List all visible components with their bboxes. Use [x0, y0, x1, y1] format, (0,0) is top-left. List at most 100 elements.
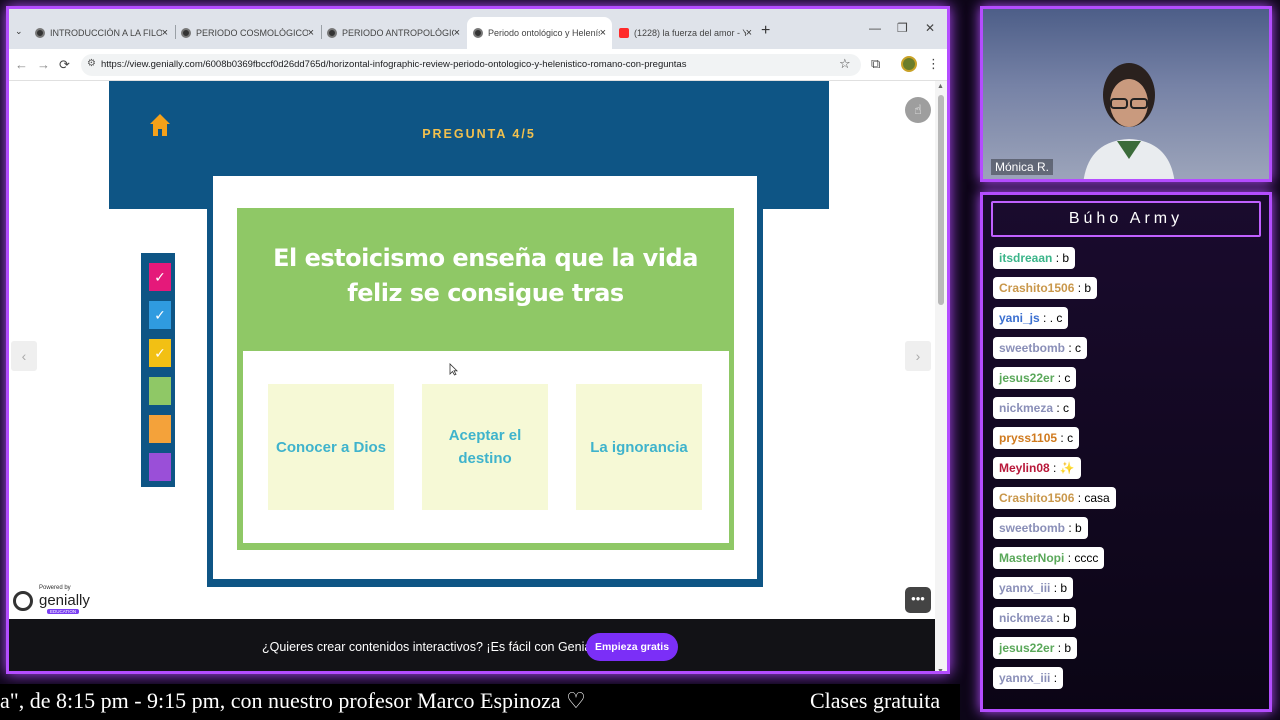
- chat-username: yannx_iii: [999, 671, 1051, 685]
- genially-logo[interactable]: Powered by genially EDUCATION: [13, 585, 91, 617]
- answer-option-2[interactable]: Aceptar el destino: [422, 384, 548, 510]
- progress-step-2: ✓: [149, 301, 171, 329]
- extensions-icon[interactable]: ⧉: [871, 56, 880, 72]
- chat-text: : c: [1068, 341, 1082, 355]
- genially-icon: [35, 28, 45, 38]
- question-text: El estoicismo enseña que la vida feliz s…: [273, 244, 698, 307]
- genially-icon: [327, 28, 337, 38]
- progress-step-5: [149, 415, 171, 443]
- answer-option-3[interactable]: La ignorancia: [576, 384, 702, 510]
- tab-close-icon[interactable]: ×: [746, 27, 752, 39]
- question-counter: PREGUNTA 4/5: [422, 127, 536, 141]
- promo-bar: ¿Quieres crear contenidos interactivos? …: [9, 619, 935, 671]
- window-close-button[interactable]: ✕: [925, 21, 935, 35]
- tab-label: PERIODO ANTROPOLÓGICO | G: [342, 28, 454, 38]
- home-icon[interactable]: [149, 113, 171, 137]
- powered-by-label: Powered by: [39, 585, 71, 591]
- chat-overlay: Búho Army itsdreaan : b Crashito1506 : by…: [980, 192, 1272, 712]
- next-slide-button[interactable]: ›: [905, 341, 931, 371]
- tab-search-dropdown[interactable]: ⌄: [15, 26, 23, 37]
- tab-periodo-ontologico[interactable]: Periodo ontológico y Helenísti ×: [467, 17, 612, 49]
- scroll-down-icon[interactable]: ▼: [937, 668, 944, 671]
- chat-message: yannx_iii :: [993, 667, 1064, 689]
- chat-message: pryss1105 : c: [993, 427, 1080, 449]
- profile-avatar[interactable]: [901, 56, 917, 72]
- chat-text: : b: [1056, 611, 1070, 625]
- genially-icon: [181, 28, 191, 38]
- webcam-person-image: [1083, 63, 1175, 179]
- chat-username: MasterNopi: [999, 551, 1065, 565]
- chat-username: yani_js: [999, 311, 1040, 325]
- scroll-thumb[interactable]: [938, 95, 944, 305]
- chat-text: : c: [1060, 431, 1074, 445]
- genially-icon: [473, 28, 483, 38]
- reload-button[interactable]: ⟳: [59, 57, 70, 73]
- chat-message: yani_js : . c: [993, 307, 1069, 329]
- webcam-overlay: Mónica R.: [980, 6, 1272, 182]
- more-options-button[interactable]: •••: [905, 587, 931, 613]
- tab-introduccion[interactable]: INTRODUCCIÓN A LA FILOSOF ×: [29, 17, 174, 49]
- education-badge: EDUCATION: [47, 609, 80, 614]
- chat-text: : casa: [1077, 491, 1110, 505]
- chat-message: nickmeza : c: [993, 397, 1076, 419]
- chat-message: nickmeza : b: [993, 607, 1076, 629]
- browser-toolbar: ← → ⟳ ⚙ https://view.genially.com/6008b0…: [9, 49, 947, 81]
- site-info-icon[interactable]: ⚙: [87, 58, 96, 69]
- chat-text: : . c: [1043, 311, 1063, 325]
- progress-step-1: ✓: [149, 263, 171, 291]
- chat-message: sweetbomb : c: [993, 337, 1088, 359]
- chat-username: itsdreaan: [999, 251, 1053, 265]
- tab-label: PERIODO COSMOLÓGICO | Ge: [196, 28, 308, 38]
- page-viewport: PREGUNTA 4/5 ☝ ✓ ✓ ✓ ‹ › El estoicismo ens…: [9, 81, 935, 671]
- tab-periodo-cosmologico[interactable]: PERIODO COSMOLÓGICO | Ge ×: [175, 17, 320, 49]
- progress-step-4: [149, 377, 171, 405]
- tab-label: (1228) la fuerza del amor - You: [634, 28, 746, 38]
- back-button[interactable]: ←: [15, 57, 28, 72]
- chat-message: jesus22er : c: [993, 367, 1077, 389]
- chat-text: : b: [1055, 251, 1070, 265]
- chat-message: MasterNopi : cccc: [993, 547, 1105, 569]
- genially-logo-mark: [13, 591, 33, 611]
- prev-slide-button[interactable]: ‹: [11, 341, 37, 371]
- chat-text: :: [1053, 671, 1058, 685]
- chat-text: : c: [1056, 401, 1070, 415]
- chat-text: : cccc: [1067, 551, 1099, 565]
- hand-pointer-icon[interactable]: ☝: [905, 97, 931, 123]
- start-free-button[interactable]: Empieza gratis: [586, 633, 678, 661]
- chat-text: : b: [1077, 281, 1092, 295]
- progress-step-3: ✓: [149, 339, 171, 367]
- chat-text: : b: [1053, 581, 1068, 595]
- chat-text: : ✨: [1053, 461, 1075, 475]
- tab-close-icon[interactable]: ×: [308, 27, 314, 39]
- tab-close-icon[interactable]: ×: [162, 27, 168, 39]
- browser-menu-icon[interactable]: ⋮: [927, 56, 940, 72]
- url-text[interactable]: https://view.genially.com/6008b0369fbccf…: [101, 59, 686, 70]
- tab-periodo-antropologico[interactable]: PERIODO ANTROPOLÓGICO | G ×: [321, 17, 466, 49]
- chat-message: Meylin08 : ✨: [993, 457, 1081, 479]
- chat-username: Crashito1506: [999, 281, 1075, 295]
- answer-option-1[interactable]: Conocer a Dios: [268, 384, 394, 510]
- browser-window: ⌄ INTRODUCCIÓN A LA FILOSOF × PERIODO CO…: [6, 6, 950, 674]
- new-tab-button[interactable]: +: [761, 22, 770, 40]
- forward-button[interactable]: →: [37, 57, 50, 72]
- scroll-up-icon[interactable]: ▲: [937, 83, 944, 90]
- chat-message: itsdreaan : b: [993, 247, 1076, 269]
- maximize-button[interactable]: ❐: [897, 21, 908, 35]
- minimize-button[interactable]: —: [869, 21, 881, 35]
- chat-username: jesus22er: [999, 371, 1055, 385]
- bookmark-star-icon[interactable]: ☆: [839, 56, 851, 72]
- tab-close-icon[interactable]: ×: [600, 27, 606, 39]
- progress-step-6: [149, 453, 171, 481]
- tab-bar: ⌄ INTRODUCCIÓN A LA FILOSOF × PERIODO CO…: [9, 9, 947, 49]
- mouse-cursor-icon: [449, 363, 458, 376]
- tab-youtube[interactable]: (1228) la fuerza del amor - You ×: [613, 17, 758, 49]
- tab-close-icon[interactable]: ×: [454, 27, 460, 39]
- address-bar[interactable]: ⚙ https://view.genially.com/6008b0369fbc…: [81, 54, 861, 76]
- chat-username: Meylin08: [999, 461, 1050, 475]
- progress-panel: ✓ ✓ ✓: [141, 253, 175, 487]
- page-scrollbar[interactable]: ▲ ▼: [935, 81, 947, 671]
- chat-username: jesus22er: [999, 641, 1055, 655]
- tab-label: INTRODUCCIÓN A LA FILOSOF: [50, 28, 162, 38]
- chat-username: nickmeza: [999, 401, 1054, 415]
- chat-username: sweetbomb: [999, 521, 1066, 535]
